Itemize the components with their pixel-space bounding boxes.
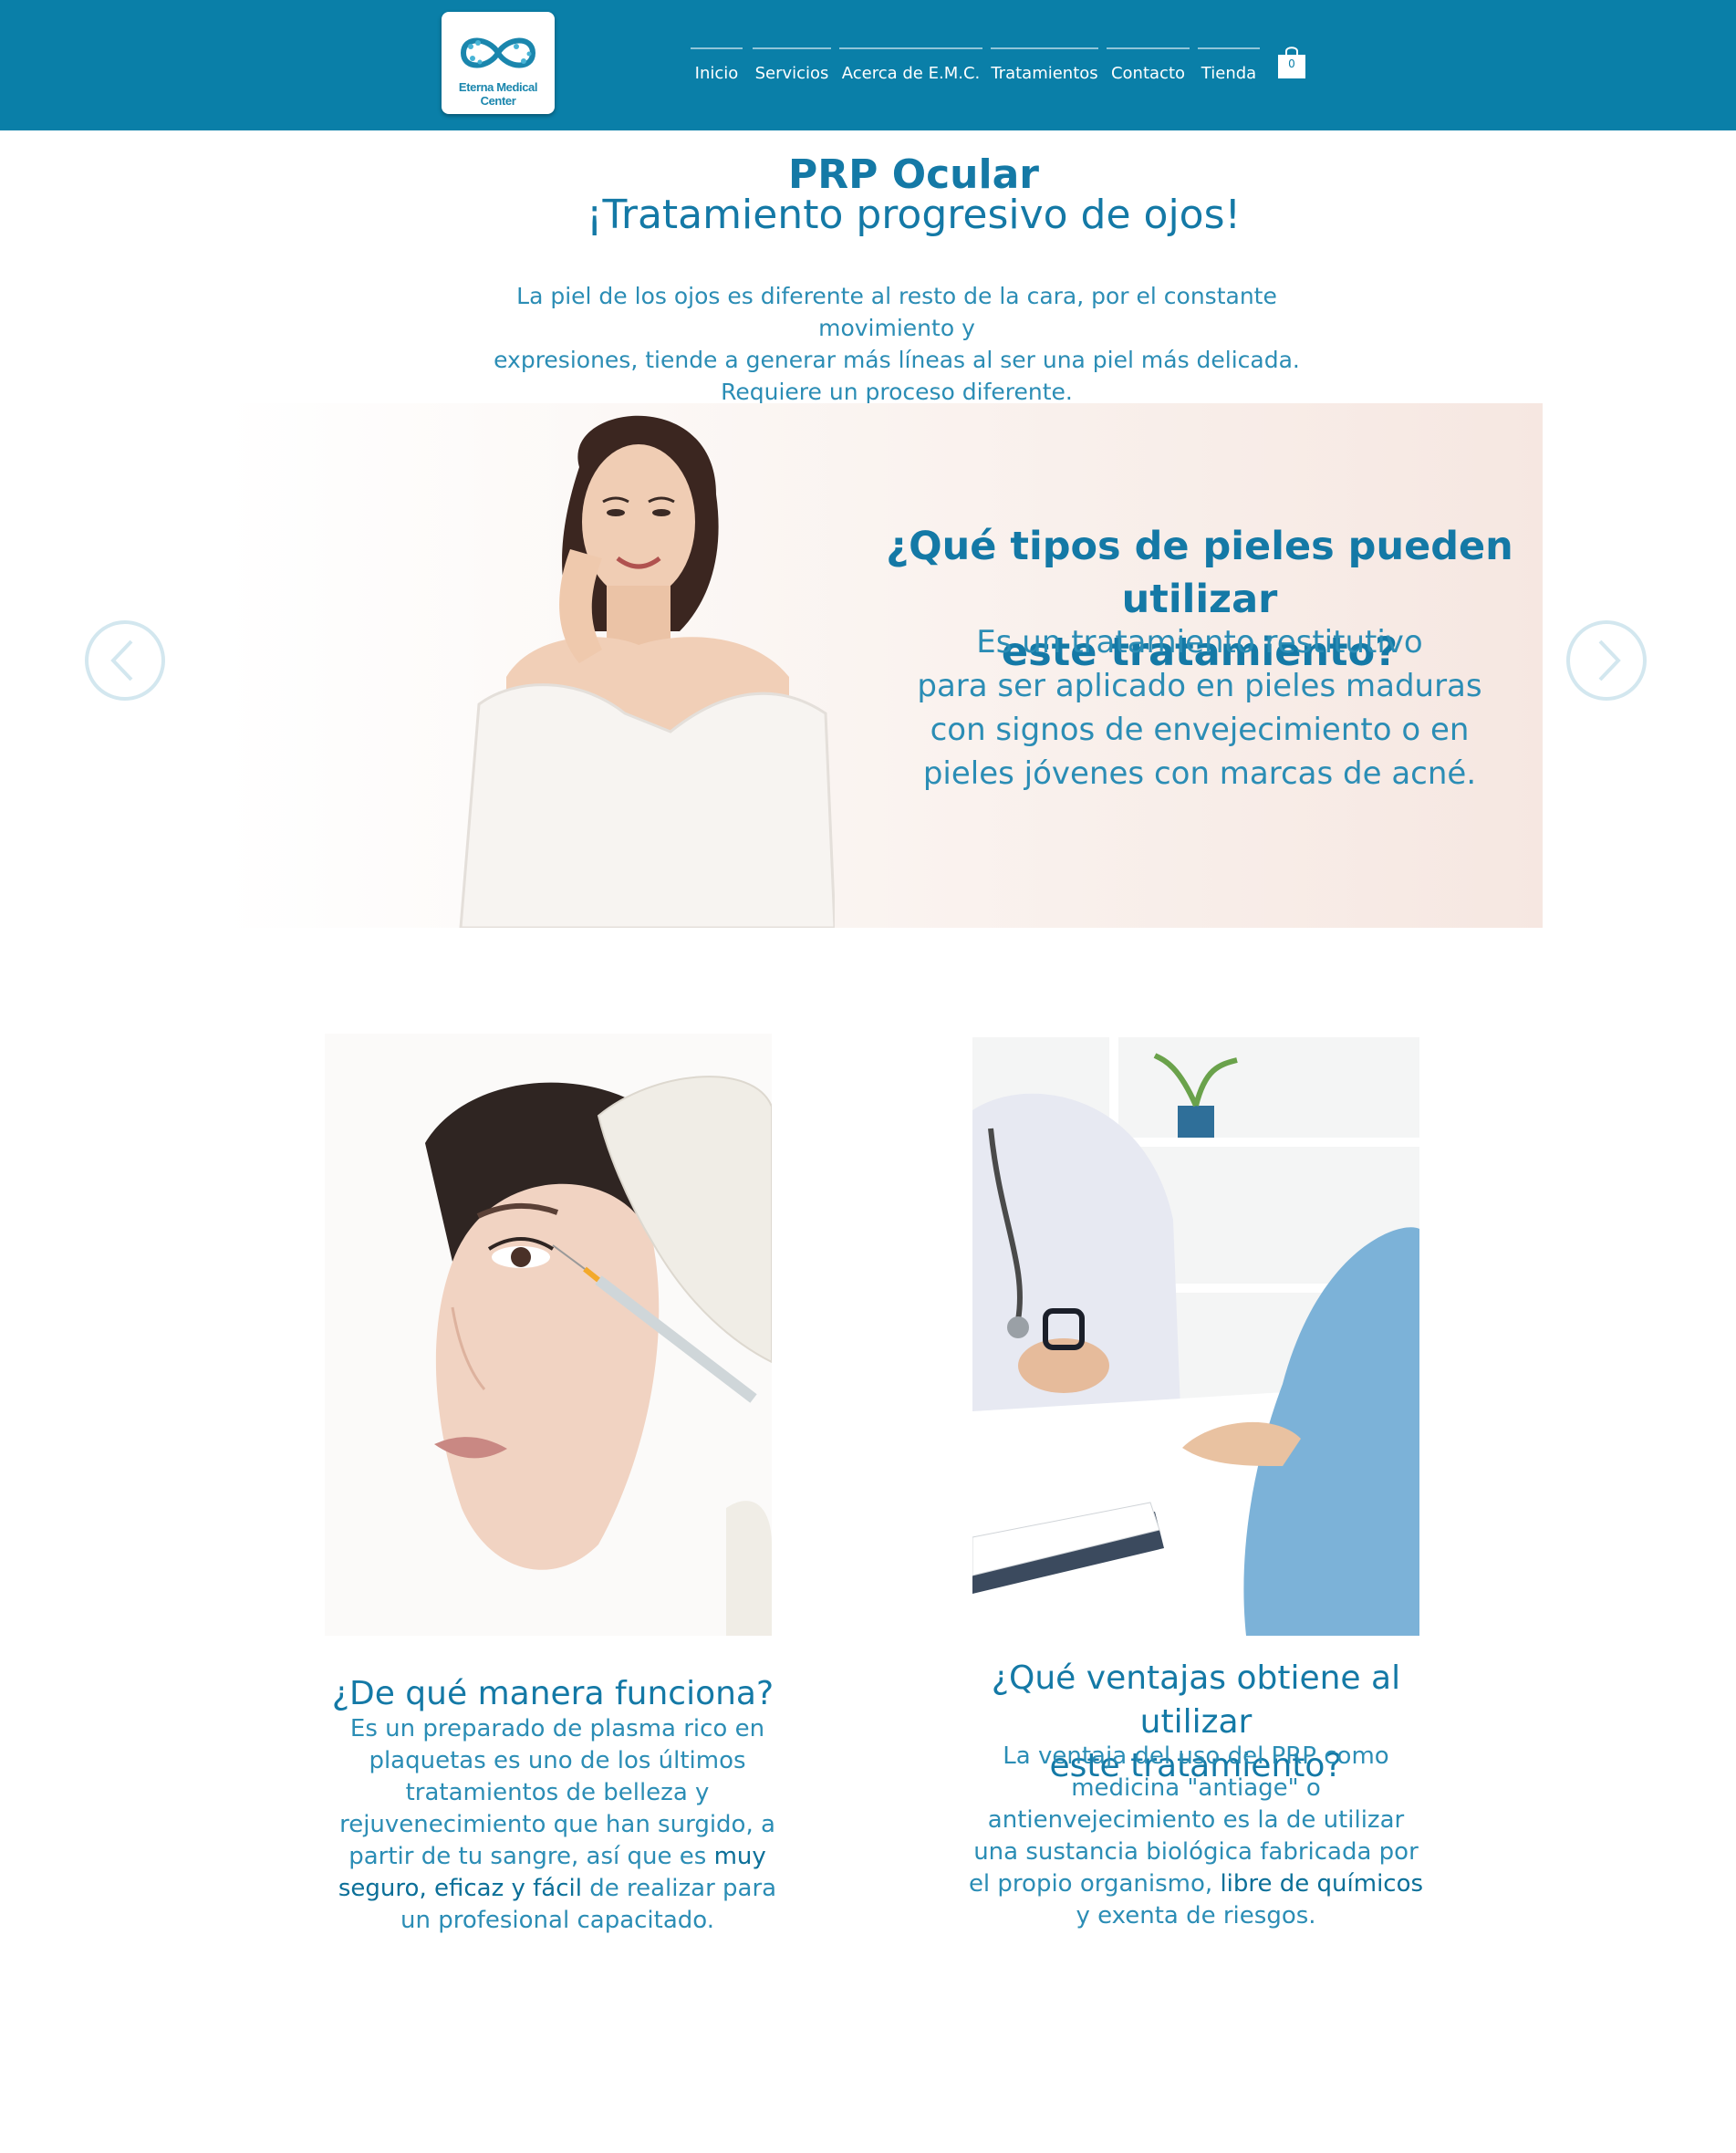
card-left-heading: ¿De qué manera funciona? — [331, 1675, 774, 1712]
nav-acerca[interactable]: Acerca de E.M.C. — [839, 47, 982, 86]
face-injection-image — [325, 1034, 772, 1636]
card-left-text-a: Es un preparado de plasma rico en plaque… — [339, 1715, 775, 1870]
page-subtitle: ¡Tratamiento progresivo de ojos! — [586, 192, 1242, 238]
nav-tratamientos[interactable]: Tratamientos — [991, 47, 1098, 86]
nav-inicio[interactable]: Inicio — [691, 47, 743, 86]
infinity-logo-icon — [460, 37, 536, 68]
slider-text: Es un tratamiento restitutivo para ser a… — [917, 620, 1482, 796]
cart-button[interactable]: 0 — [1277, 44, 1306, 80]
intro-paragraph: La piel de los ojos es diferente al rest… — [459, 280, 1335, 408]
doctor-patient-image — [972, 1037, 1419, 1636]
nav-contacto[interactable]: Contacto — [1107, 47, 1190, 86]
slider-text-line: para ser aplicado en pieles maduras — [917, 668, 1482, 704]
woman-bathrobe-photo — [459, 415, 835, 928]
nav-servicios[interactable]: Servicios — [753, 47, 831, 86]
site-header: Eterna Medical Center Inicio Servicios A… — [0, 0, 1736, 130]
slider-next-button[interactable] — [1565, 619, 1648, 705]
intro-line: La piel de los ojos es diferente al rest… — [516, 283, 1277, 341]
slider-prev-button[interactable] — [84, 619, 166, 705]
card-right-text: La ventaja del uso del PRP como medicina… — [963, 1741, 1429, 1932]
site-logo[interactable]: Eterna Medical Center — [442, 12, 555, 114]
cart-count: 0 — [1288, 57, 1295, 70]
chevron-left-icon — [85, 620, 165, 701]
slider-text-line: con signos de envejecimiento o en — [930, 712, 1470, 748]
slider-text-line: pieles jóvenes con marcas de acné. — [922, 755, 1477, 792]
nav-tienda[interactable]: Tienda — [1198, 47, 1260, 86]
doctor-consultation-photo — [972, 1037, 1419, 1636]
intro-line: expresiones, tiende a generar más líneas… — [494, 347, 1300, 373]
card-right-highlight: libre de químicos — [1220, 1870, 1424, 1898]
card-right-heading-line: ¿Qué ventajas obtiene al utilizar — [991, 1659, 1401, 1741]
card-left-text: Es un preparado de plasma rico en plaque… — [325, 1713, 790, 1937]
injection-photo — [325, 1034, 772, 1636]
chevron-right-icon — [1566, 620, 1647, 701]
slider-text-line: Es un tratamiento restitutivo — [976, 624, 1423, 660]
logo-text: Eterna Medical Center — [458, 80, 538, 108]
slider-heading-line: ¿Qué tipos de pieles pueden utilizar — [886, 524, 1513, 622]
slider-banner: ¿Qué tipos de pieles pueden utilizar est… — [223, 403, 1543, 928]
card-right-text-b: y exenta de riesgos. — [1076, 1902, 1316, 1929]
